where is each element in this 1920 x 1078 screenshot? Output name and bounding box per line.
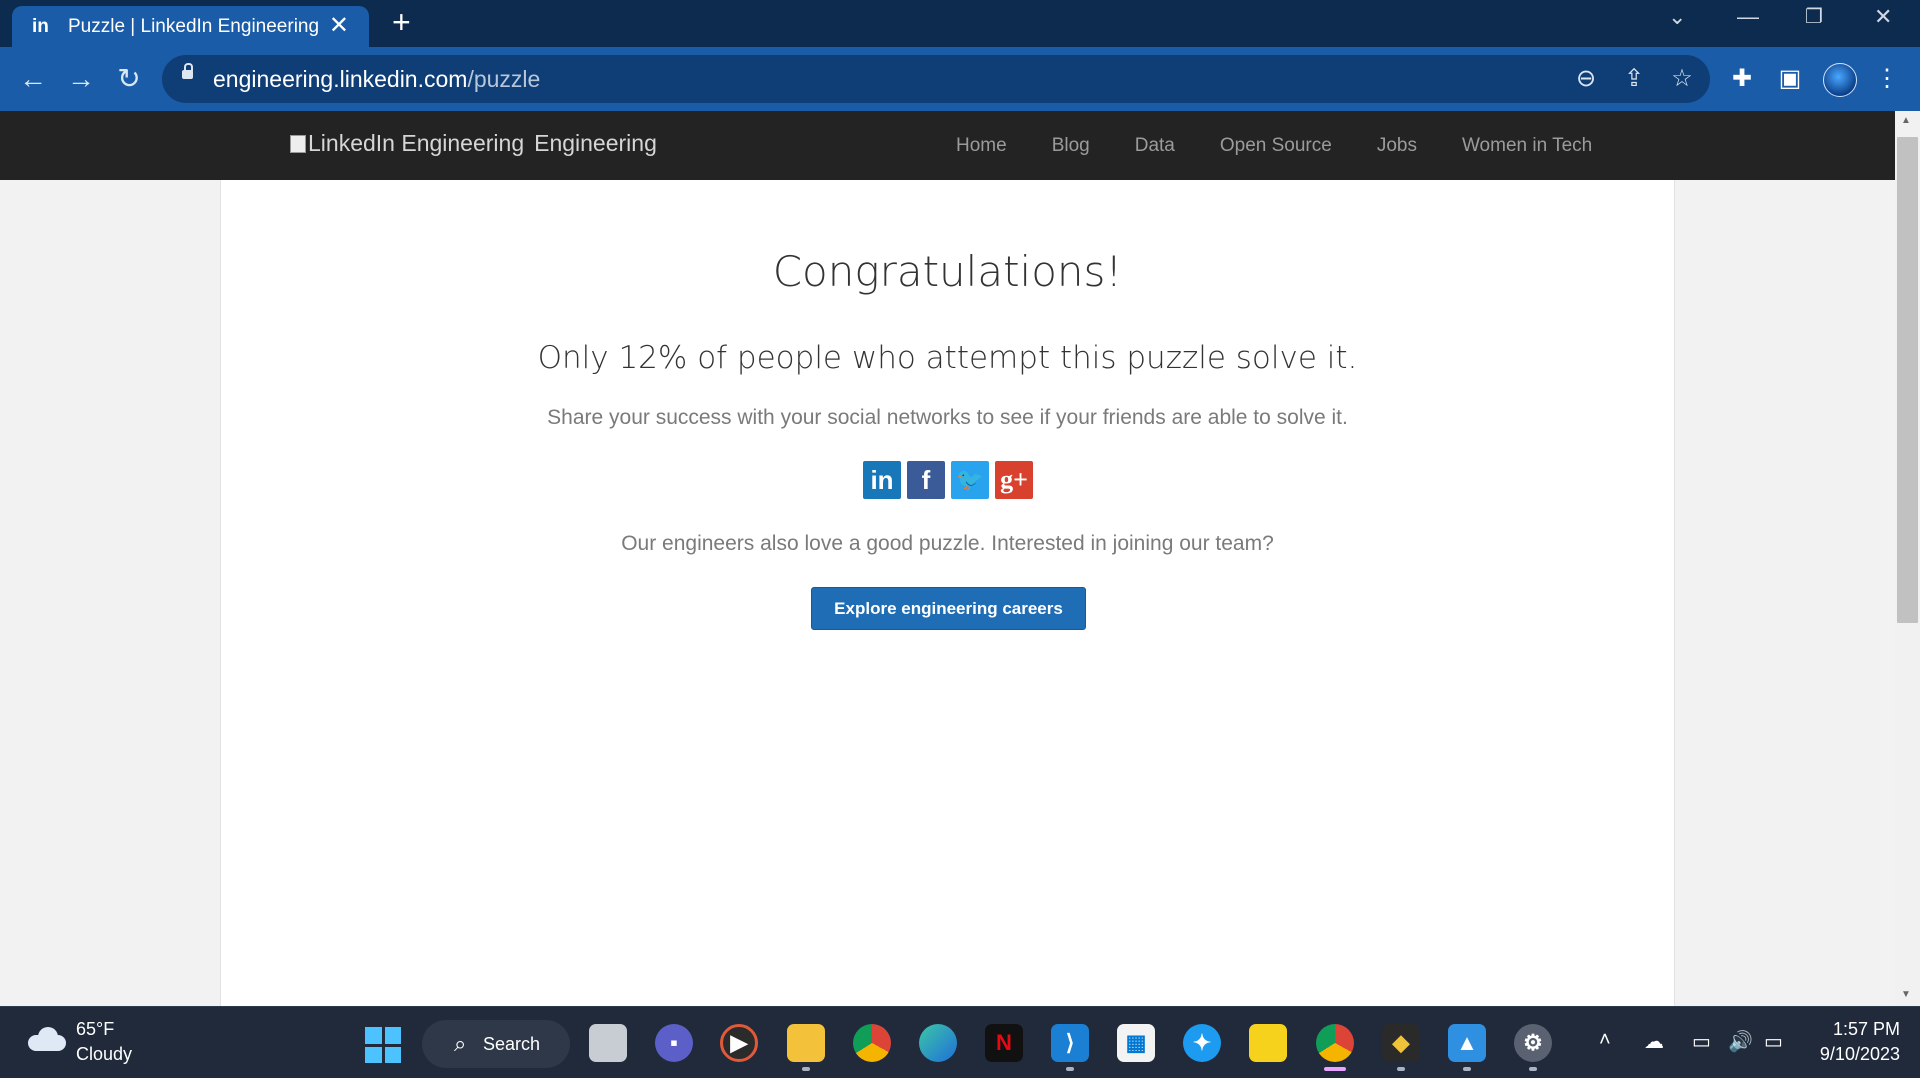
nav-home[interactable]: Home	[956, 135, 1007, 157]
new-tab-icon[interactable]: +	[392, 6, 411, 38]
googleplus-share-icon[interactable]: g+	[995, 461, 1033, 499]
tab-search-chevron-icon[interactable]: ⌄	[1668, 4, 1686, 30]
share-prompt: Share your success with your social netw…	[547, 406, 1348, 429]
search-label: Search	[483, 1034, 541, 1054]
start-windows-icon[interactable]	[365, 1027, 401, 1063]
profile-avatar[interactable]	[1823, 63, 1857, 97]
address-bar[interactable]: engineering.linkedin.com/puzzle ⊖ ⇪ ☆	[162, 55, 1710, 103]
tab-close-icon[interactable]: ✕	[329, 14, 349, 38]
file-explorer-icon[interactable]	[787, 1024, 825, 1062]
nav-open-source[interactable]: Open Source	[1220, 135, 1332, 157]
scroll-up-icon[interactable]: ▲	[1901, 115, 1911, 126]
scroll-down-icon[interactable]: ▼	[1901, 989, 1911, 1000]
snipping-running-indicator	[1397, 1067, 1405, 1071]
chrome-icon[interactable]	[853, 1024, 891, 1062]
twitter-share-icon[interactable]: 🐦	[951, 461, 989, 499]
close-window-icon[interactable]: ✕	[1874, 4, 1892, 30]
onedrive-cloud-icon[interactable]: ☁	[1644, 1029, 1664, 1054]
settings-gear-icon[interactable]: ⚙	[1514, 1024, 1552, 1062]
vscode-running-indicator	[1066, 1067, 1074, 1071]
search-icon: ⌕	[454, 1031, 467, 1056]
page-scrollbar[interactable]: ▲ ▼	[1895, 111, 1920, 1006]
clock-date[interactable]: 9/10/2023	[1806, 1044, 1900, 1065]
logo-alt-text: LinkedIn Engineering	[308, 130, 525, 156]
linkedin-share-icon[interactable]: in	[863, 461, 901, 499]
logo-text: Engineering	[534, 130, 657, 156]
tab-strip: in Puzzle | LinkedIn Engineering ✕ + ⌄ —…	[0, 0, 1920, 47]
file-explorer-running-indicator	[802, 1067, 810, 1071]
tab-title: Puzzle | LinkedIn Engineering	[68, 15, 320, 37]
browser-tab-active[interactable]: in Puzzle | LinkedIn Engineering ✕	[12, 6, 369, 47]
settings-running-indicator	[1529, 1067, 1537, 1071]
more-menu-icon[interactable]: ⋮	[1872, 64, 1902, 94]
nav-data[interactable]: Data	[1135, 135, 1175, 157]
vscode-icon[interactable]: ⟩	[1051, 1024, 1089, 1062]
page-background: Congratulations! Only 12% of people who …	[0, 180, 1895, 1006]
site-header: LinkedIn Engineering Engineering Home Bl…	[0, 111, 1895, 180]
taskbar-search[interactable]: ⌕ Search	[422, 1020, 570, 1068]
scroll-thumb[interactable]	[1897, 137, 1918, 623]
social-share-buttons: in f 🐦 g+	[863, 461, 1033, 499]
edge-icon[interactable]	[919, 1024, 957, 1062]
browser-toolbar: ← → ↻ engineering.linkedin.com/puzzle ⊖ …	[0, 47, 1920, 111]
share-icon[interactable]: ⇪	[1620, 65, 1648, 93]
content-panel: Congratulations! Only 12% of people who …	[220, 180, 1675, 1006]
side-panel-icon[interactable]: ▣	[1775, 64, 1805, 94]
reload-icon[interactable]: ↻	[111, 61, 147, 97]
show-hidden-icons-chevron[interactable]: ˄	[1599, 1029, 1611, 1052]
sticky-notes-icon[interactable]	[1249, 1024, 1287, 1062]
twitter-app-icon[interactable]: ✦	[1183, 1024, 1221, 1062]
battery-icon[interactable]: ▭	[1764, 1029, 1783, 1054]
lock-icon[interactable]	[182, 63, 193, 79]
url-text[interactable]: engineering.linkedin.com/puzzle	[213, 66, 540, 93]
clock-time[interactable]: 1:57 PM	[1830, 1019, 1900, 1040]
back-arrow-icon[interactable]: ←	[15, 61, 51, 97]
site-nav-links: Home Blog Data Open Source Jobs Women in…	[956, 135, 1637, 157]
cloud-weather-icon[interactable]	[28, 1027, 66, 1051]
extensions-icon[interactable]: ✚	[1727, 64, 1757, 94]
star-icon[interactable]: ☆	[1668, 65, 1696, 93]
broken-image-icon	[290, 134, 306, 153]
weather-condition[interactable]: Cloudy	[76, 1044, 132, 1065]
task-view-icon[interactable]	[589, 1024, 627, 1062]
weather-temperature[interactable]: 65°F	[76, 1019, 114, 1040]
photos-icon[interactable]: ▲	[1448, 1024, 1486, 1062]
site-logo[interactable]: LinkedIn Engineering Engineering	[290, 130, 657, 157]
active-app-indicator	[1324, 1067, 1346, 1071]
nav-women-in-tech[interactable]: Women in Tech	[1462, 135, 1592, 157]
success-rate-text: Only 12% of people who attempt this puzz…	[537, 340, 1358, 376]
nav-blog[interactable]: Blog	[1052, 135, 1090, 157]
linkedin-favicon-icon: in	[32, 15, 49, 37]
restore-icon[interactable]: ❐	[1805, 4, 1823, 29]
minimize-icon[interactable]: —	[1737, 4, 1759, 30]
explore-careers-button[interactable]: Explore engineering careers	[811, 587, 1086, 630]
teams-chat-icon[interactable]: ▪	[655, 1024, 693, 1062]
snipping-tool-icon[interactable]: ◆	[1382, 1024, 1420, 1062]
page-title: Congratulations!	[772, 247, 1123, 296]
forward-arrow-icon[interactable]: →	[63, 61, 99, 97]
careers-prompt: Our engineers also love a good puzzle. I…	[621, 532, 1274, 555]
chrome-profile-icon[interactable]	[1316, 1024, 1354, 1062]
facebook-share-icon[interactable]: f	[907, 461, 945, 499]
windows-taskbar: 65°F Cloudy ⌕ Search ▪ ▶ N ⟩ ▦ ✦ ◆ ▲ ⚙ ˄…	[0, 1006, 1920, 1078]
network-icon[interactable]: ▭	[1692, 1029, 1711, 1054]
media-player-icon[interactable]: ▶	[720, 1024, 758, 1062]
photos-running-indicator	[1463, 1067, 1471, 1071]
microsoft-store-icon[interactable]: ▦	[1117, 1024, 1155, 1062]
nav-jobs[interactable]: Jobs	[1377, 135, 1417, 157]
volume-icon[interactable]: 🔊	[1728, 1029, 1753, 1054]
zoom-out-icon[interactable]: ⊖	[1572, 65, 1600, 93]
netflix-icon[interactable]: N	[985, 1024, 1023, 1062]
